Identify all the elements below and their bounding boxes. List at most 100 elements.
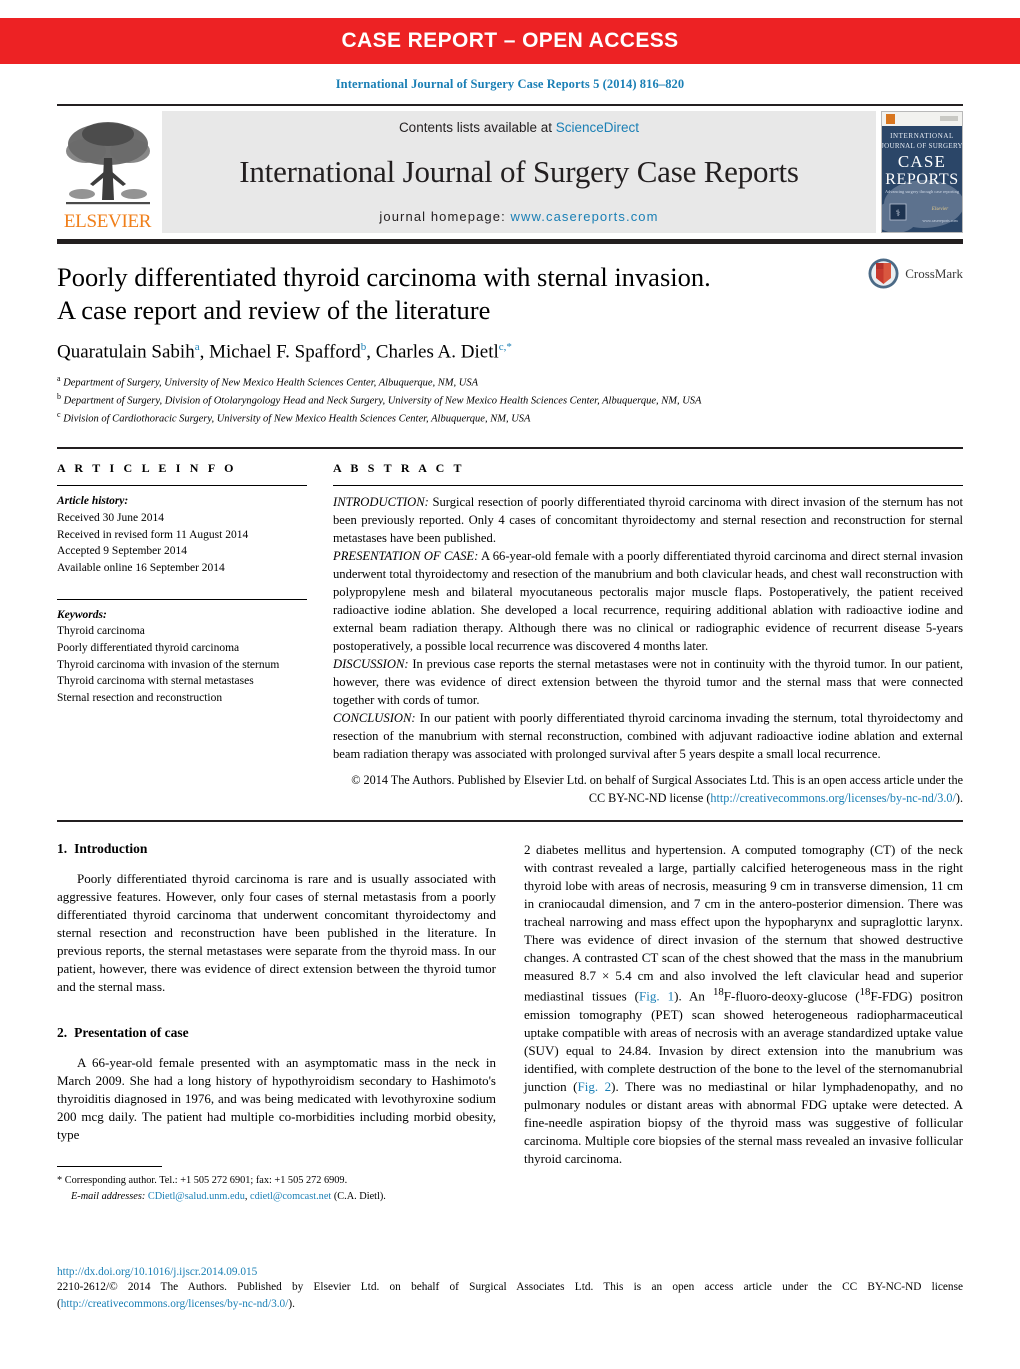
footnote-divider	[57, 1166, 162, 1168]
abstract-paragraph-discussion: DISCUSSION: In previous case reports the…	[333, 655, 963, 709]
footnote-email-label: E-mail addresses:	[71, 1190, 146, 1202]
section-paragraph-introduction: Poorly differentiated thyroid carcinoma …	[57, 871, 496, 995]
body-text-part-2: ). An	[674, 988, 713, 1004]
banner-label: CASE REPORT – OPEN ACCESS	[341, 29, 679, 52]
keywords-label: Keywords:	[57, 608, 107, 621]
history-item-received: Received 30 June 2014	[57, 512, 164, 524]
abstract-bottom-rule	[57, 820, 963, 823]
article-info-column: A R T I C L E I N F O Article history: R…	[57, 461, 307, 807]
abstract-lead-conclusion: CONCLUSION:	[333, 711, 416, 726]
body-text-part-3: F-fluoro-deoxy-glucose (	[723, 988, 860, 1004]
abstract-lead-discussion: DISCUSSION:	[333, 657, 409, 672]
svg-text:Elsevier: Elsevier	[931, 207, 948, 212]
figure-2-reference-link[interactable]: Fig. 2	[578, 1079, 612, 1094]
article-info-rule	[57, 485, 307, 487]
homepage-label: journal homepage:	[379, 209, 506, 224]
crossmark-badge[interactable]: CrossMark	[868, 258, 963, 289]
affiliation-c: c Division of Cardiothoracic Surgery, Un…	[57, 409, 963, 427]
affiliation-mark-a: a	[57, 373, 61, 383]
section-heading-introduction: 1. Introduction	[57, 841, 496, 857]
abstract-heading: A B S T R A C T	[333, 461, 465, 476]
svg-text:INTERNATIONAL: INTERNATIONAL	[890, 132, 954, 140]
homepage-url-link[interactable]: www.casereports.com	[511, 209, 659, 224]
abstract-paragraph-conclusion: CONCLUSION: In our patient with poorly d…	[333, 709, 963, 763]
section-heading-presentation: 2. Presentation of case	[57, 1025, 496, 1041]
author-name-2: Michael F. Spafford	[209, 341, 361, 363]
journal-cover-thumbnail: INTERNATIONAL JOURNAL OF SURGERY CASE RE…	[881, 111, 963, 233]
copyright-license-link[interactable]: http://creativecommons.org/licenses/by-n…	[710, 791, 956, 805]
info-abstract-region: A R T I C L E I N F O Article history: R…	[57, 447, 963, 807]
section-paragraph-presentation: A 66-year-old female presented with an a…	[57, 1055, 496, 1143]
open-access-banner: CASE REPORT – OPEN ACCESS	[0, 18, 1020, 64]
svg-text:CASE: CASE	[898, 152, 946, 171]
contents-prefix: Contents lists available at	[398, 120, 556, 135]
corresponding-author-footnote: * Corresponding author. Tel.: +1 505 272…	[57, 1173, 496, 1204]
affiliation-list: a Department of Surgery, University of N…	[57, 373, 963, 428]
abstract-text-conclusion: In our patient with poorly differentiate…	[333, 711, 963, 762]
page-title: Poorly differentiated thyroid carcinoma …	[57, 261, 817, 327]
keyword-item-4: Thyroid carcinoma with sternal metastase…	[57, 675, 254, 688]
keyword-item-1: Thyroid carcinoma	[57, 625, 145, 638]
article-info-heading: A R T I C L E I N F O	[57, 461, 237, 476]
abstract-text-presentation: A 66-year-old female with a poorly diffe…	[333, 549, 963, 654]
body-text-part-1: 2 diabetes mellitus and hypertension. A …	[524, 842, 963, 1004]
page-footer: http://dx.doi.org/10.1016/j.ijscr.2014.0…	[57, 1266, 963, 1312]
cover-art: INTERNATIONAL JOURNAL OF SURGERY CASE RE…	[882, 112, 962, 232]
masthead: ELSEVIER Contents lists available at Sci…	[57, 104, 963, 244]
footnote-email-tail: (C.A. Dietl).	[331, 1190, 386, 1202]
abstract-column: A B S T R A C T INTRODUCTION: Surgical r…	[333, 461, 963, 807]
author-name-3: Charles A. Dietl	[375, 341, 499, 363]
affiliation-a: a Department of Surgery, University of N…	[57, 373, 963, 391]
author-mark-2[interactable]: b	[361, 341, 367, 353]
body-columns: 1. Introduction Poorly differentiated thy…	[57, 841, 963, 1204]
abstract-rule	[333, 485, 963, 487]
keywords-rule	[57, 598, 307, 600]
affiliation-b: b Department of Surgery, Division of Oto…	[57, 391, 963, 409]
isotope-superscript-a: 18	[712, 986, 724, 999]
keyword-item-2: Poorly differentiated thyroid carcinoma	[57, 642, 240, 655]
section-title-1: Introduction	[74, 841, 148, 857]
author-name-1: Quaratulain Sabih	[57, 341, 195, 363]
author-mark-1[interactable]: a	[195, 341, 200, 353]
crossmark-icon	[868, 258, 899, 289]
footnote-email-2[interactable]: cdietl@comcast.net	[250, 1191, 331, 1202]
author-mark-3[interactable]: c,*	[499, 341, 512, 353]
footnote-star: *	[57, 1175, 63, 1187]
history-item-online: Available online 16 September 2014	[57, 562, 225, 575]
article-history-label: Article history:	[57, 495, 129, 508]
copyright-tail: ).	[955, 790, 963, 805]
paper-title-line-1: Poorly differentiated thyroid carcinoma …	[57, 262, 711, 292]
body-column-left: 1. Introduction Poorly differentiated thy…	[57, 841, 496, 1204]
doi-link[interactable]: http://dx.doi.org/10.1016/j.ijscr.2014.0…	[57, 1266, 963, 1278]
abstract-lead-presentation: PRESENTATION OF CASE:	[333, 549, 479, 564]
svg-text:JOURNAL OF SURGERY: JOURNAL OF SURGERY	[882, 142, 962, 150]
footer-license-text: 2210-2612/© 2014 The Authors. Published …	[57, 1279, 963, 1312]
affiliation-text-c: Division of Cardiothoracic Surgery, Univ…	[63, 413, 531, 425]
footnote-email-1[interactable]: CDietl@salud.unm.edu	[148, 1191, 245, 1202]
abstract-copyright: © 2014 The Authors. Published by Elsevie…	[333, 772, 963, 807]
abstract-paragraph-presentation: PRESENTATION OF CASE: A 66-year-old fema…	[333, 547, 963, 655]
elsevier-logo: ELSEVIER	[57, 111, 158, 233]
section-paragraph-presentation-continued: 2 diabetes mellitus and hypertension. A …	[524, 841, 963, 1167]
body-column-right: 2 diabetes mellitus and hypertension. A …	[524, 841, 963, 1204]
footer-license-link[interactable]: http://creativecommons.org/licenses/by-n…	[61, 1298, 289, 1310]
journal-homepage-line: journal homepage: www.casereports.com	[379, 209, 658, 224]
paper-page: CASE REPORT – OPEN ACCESS International …	[0, 18, 1020, 1369]
isotope-superscript-b: 18	[859, 986, 871, 999]
abstract-lead-introduction: INTRODUCTION:	[333, 495, 429, 510]
affiliation-text-a: Department of Surgery, University of New…	[63, 377, 479, 389]
section-title-2: Presentation of case	[74, 1025, 189, 1041]
elsevier-wordmark: ELSEVIER	[63, 211, 152, 232]
paper-title-line-2: A case report and review of the literatu…	[57, 295, 491, 326]
sciencedirect-link[interactable]: ScienceDirect	[556, 120, 639, 135]
masthead-center-panel: Contents lists available at ScienceDirec…	[162, 111, 876, 233]
svg-text:Advancing surgery through case: Advancing surgery through case reporting	[885, 189, 960, 194]
svg-text:REPORTS: REPORTS	[885, 171, 958, 188]
section-number-1: 1.	[57, 841, 68, 857]
author-list: Quaratulain Sabiha, Michael F. Spaffordb…	[57, 341, 512, 363]
figure-1-reference-link[interactable]: Fig. 1	[639, 989, 674, 1004]
affiliation-mark-b: b	[57, 391, 61, 401]
contents-list-line: Contents lists available at ScienceDirec…	[399, 120, 639, 135]
keyword-item-5: Sternal resection and reconstruction	[57, 692, 223, 705]
section-number-2: 2.	[57, 1025, 68, 1041]
